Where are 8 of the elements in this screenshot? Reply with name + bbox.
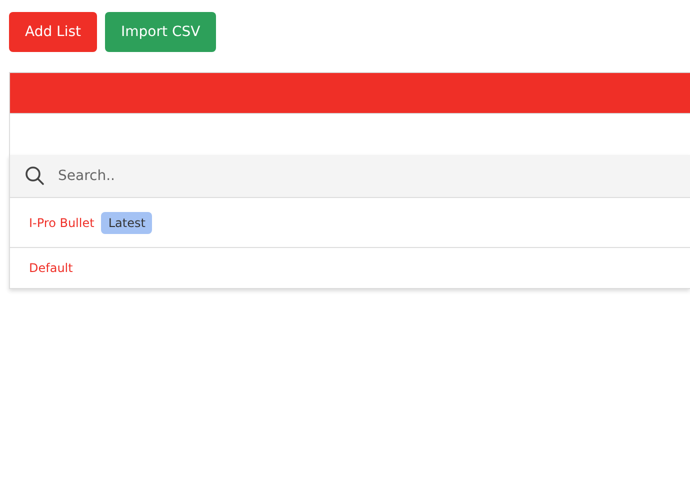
search-field[interactable]: Search.. — [56, 167, 690, 185]
latest-badge: Latest — [101, 212, 152, 234]
import-button[interactable]: Import CSV — [105, 12, 216, 52]
list-link[interactable]: I-Pro Bullet — [29, 216, 94, 230]
search-icon — [25, 166, 45, 186]
search-bar[interactable]: Search.. — [10, 155, 690, 198]
add-button[interactable]: Add List — [9, 12, 98, 52]
list-link[interactable]: Default — [29, 261, 73, 275]
